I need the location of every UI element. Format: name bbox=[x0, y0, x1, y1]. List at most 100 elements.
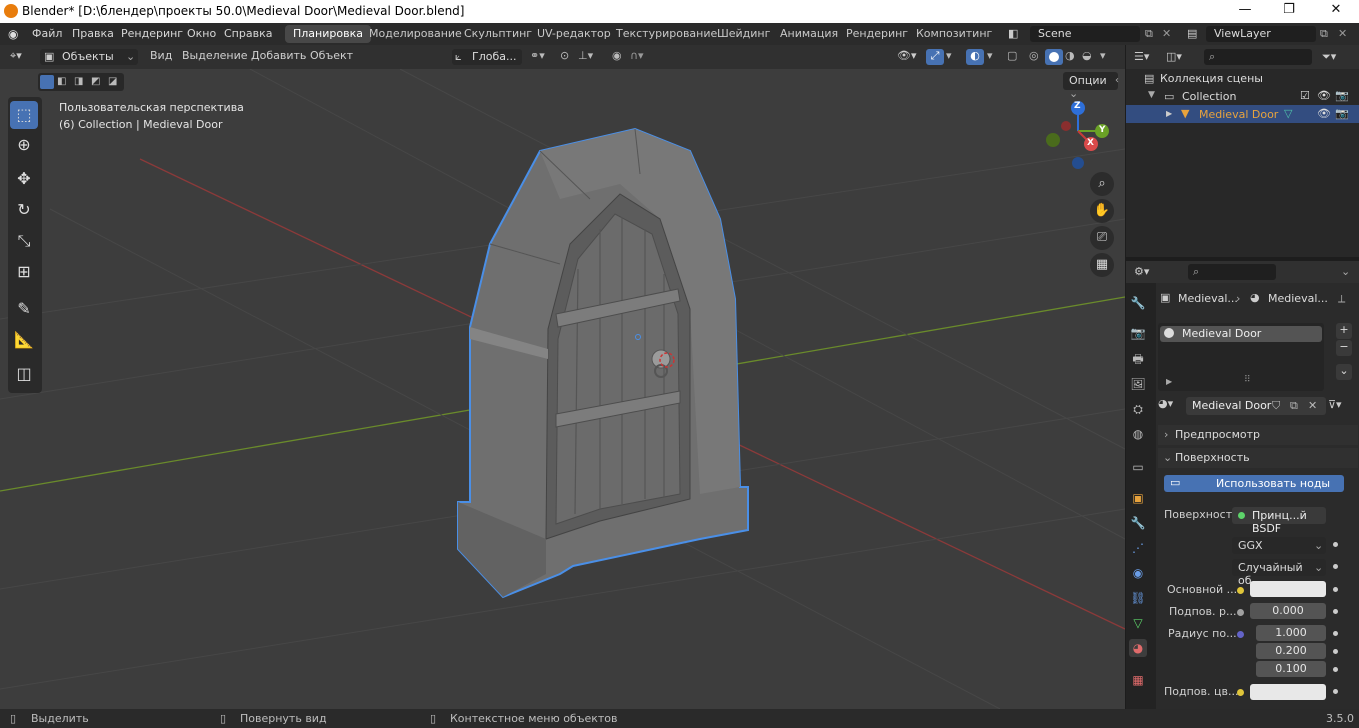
surface-shader-field[interactable]: Принц...й BSDF bbox=[1232, 507, 1326, 535]
eye-icon[interactable]: 👁 bbox=[1317, 89, 1331, 102]
scene-tab-icon[interactable]: ⛭ bbox=[1129, 400, 1147, 418]
scale-tool-icon[interactable]: ⤡ bbox=[10, 227, 38, 255]
material-slot-row[interactable]: Medieval Door bbox=[1160, 326, 1322, 342]
pin-icon[interactable]: ⟂ bbox=[1338, 292, 1345, 306]
menu-select[interactable]: Выделение bbox=[182, 49, 248, 65]
outliner-row-collection[interactable]: ▼ ▭ Collection ☑ 👁 📷 bbox=[1126, 87, 1359, 105]
keyframe-dot-icon[interactable] bbox=[1333, 609, 1338, 614]
constraints-tab-icon[interactable]: ⛓ bbox=[1129, 589, 1147, 607]
view-layer-tab-icon[interactable]: 🖼 bbox=[1129, 375, 1147, 393]
radius-x-field[interactable]: 1.000 bbox=[1256, 625, 1326, 641]
outliner-row-medieval-door[interactable]: ▶ ▼ Medieval Door ▽ 👁 📷 bbox=[1126, 105, 1359, 123]
snap-target-icon[interactable]: ⊥▾ bbox=[578, 49, 593, 65]
cursor-tool-icon[interactable]: ⊕ bbox=[10, 131, 38, 159]
orientation-dropdown[interactable]: ⟀ Глоба... bbox=[452, 49, 522, 65]
fake-user-icon[interactable]: ⛉ bbox=[1272, 399, 1280, 413]
properties-search-input[interactable]: ⌕ bbox=[1188, 264, 1276, 280]
output-tab-icon[interactable]: 🖶 bbox=[1129, 350, 1147, 368]
view-layer-field[interactable]: ViewLayer bbox=[1206, 26, 1316, 42]
wireframe-shading-icon[interactable]: ◎ bbox=[1029, 49, 1039, 65]
subsurface-color-swatch[interactable] bbox=[1250, 684, 1326, 700]
subsurface-method-dropdown[interactable]: Случайный об... ⌄ bbox=[1232, 559, 1326, 587]
material-slot-list[interactable]: Medieval Door ▶ ⠿ bbox=[1158, 323, 1324, 391]
radius-y-field[interactable]: 0.200 bbox=[1256, 643, 1326, 659]
blender-menu-icon[interactable]: ◉ bbox=[8, 27, 22, 41]
material-browse-icon[interactable]: ◕▾ bbox=[1158, 397, 1188, 415]
tab-modeling[interactable]: Моделирование bbox=[361, 25, 470, 43]
minimize-icon[interactable]: — bbox=[1235, 2, 1255, 20]
world-tab-icon[interactable]: ◍ bbox=[1129, 425, 1147, 443]
radius-z-field[interactable]: 0.100 bbox=[1256, 661, 1326, 677]
delete-scene-icon[interactable]: ✕ bbox=[1162, 27, 1171, 40]
tab-rendering[interactable]: Рендеринг bbox=[838, 25, 916, 43]
object-tab-icon[interactable]: ▣ bbox=[1129, 489, 1147, 507]
close-icon[interactable]: ✕ bbox=[1326, 2, 1346, 20]
keyframe-dot-icon[interactable] bbox=[1333, 587, 1338, 592]
proportional-editing-icon[interactable]: ◉ bbox=[612, 49, 622, 65]
rendered-shading-icon[interactable]: ◒ bbox=[1082, 49, 1092, 65]
menu-add[interactable]: Добавить bbox=[251, 49, 306, 65]
material-tab-icon[interactable]: ◕ bbox=[1129, 639, 1147, 657]
rotate-tool-icon[interactable]: ↻ bbox=[10, 196, 38, 224]
chevron-down-icon[interactable]: ⌄ bbox=[1341, 265, 1350, 278]
shading-dropdown-icon[interactable]: ▾ bbox=[1100, 49, 1106, 65]
expand-arrow-icon[interactable]: ▶ bbox=[1166, 377, 1172, 386]
menu-window[interactable]: Окно bbox=[187, 27, 216, 40]
solid-shading-icon[interactable] bbox=[1045, 49, 1063, 65]
duplicate-material-icon[interactable]: ⧉ bbox=[1290, 399, 1298, 413]
snap-icon[interactable]: ⊙ bbox=[560, 49, 569, 65]
falloff-icon[interactable]: ∩▾ bbox=[630, 49, 644, 65]
select-box-tool-icon[interactable]: ⬚ bbox=[10, 101, 38, 129]
material-name-field[interactable]: Medieval Door ⛉ ⧉ ✕ bbox=[1186, 397, 1326, 415]
delete-view-layer-icon[interactable]: ✕ bbox=[1338, 27, 1347, 40]
tab-uv-editing[interactable]: UV-редактор bbox=[529, 25, 619, 43]
base-color-swatch[interactable] bbox=[1250, 581, 1326, 597]
gizmo-toggle-icon[interactable]: ⤢ bbox=[926, 49, 944, 65]
display-mode-icon[interactable]: ◫▾ bbox=[1166, 50, 1182, 63]
keyframe-dot-icon[interactable] bbox=[1333, 631, 1338, 636]
expand-arrow-icon[interactable]: ▶ bbox=[1166, 109, 1172, 118]
annotate-tool-icon[interactable]: ✎ bbox=[10, 295, 38, 323]
mode-dropdown[interactable]: ▣ Объекты ⌄ bbox=[40, 49, 138, 65]
menu-file[interactable]: Файл bbox=[32, 27, 62, 40]
particles-tab-icon[interactable]: ⋰ bbox=[1129, 539, 1147, 557]
resize-handle-icon[interactable]: ⠿ bbox=[1244, 375, 1251, 385]
checkbox-icon[interactable]: ☑ bbox=[1300, 89, 1310, 102]
move-tool-icon[interactable]: ✥ bbox=[10, 165, 38, 193]
scene-field[interactable]: Scene bbox=[1030, 26, 1140, 42]
pan-hand-icon[interactable]: ✋ bbox=[1090, 199, 1114, 223]
physics-tab-icon[interactable]: ◉ bbox=[1129, 564, 1147, 582]
new-view-layer-icon[interactable]: ⧉ bbox=[1320, 27, 1328, 41]
menu-view[interactable]: Вид bbox=[150, 49, 172, 65]
outliner-search-input[interactable]: ⌕ bbox=[1204, 49, 1312, 65]
maximize-icon[interactable]: ❐ bbox=[1279, 2, 1299, 20]
tool-tab-icon[interactable]: 🔧 bbox=[1129, 294, 1147, 312]
tab-texture-paint[interactable]: Текстурирование bbox=[608, 25, 725, 43]
menu-render[interactable]: Рендеринг bbox=[121, 27, 183, 40]
camera-render-icon[interactable]: 📷 bbox=[1335, 107, 1349, 120]
pivot-icon[interactable]: ⚭▾ bbox=[530, 49, 545, 65]
xray-icon[interactable]: ▢ bbox=[1007, 49, 1017, 65]
render-tab-icon[interactable]: 📷 bbox=[1129, 324, 1147, 342]
collection-tab-icon[interactable]: ▭ bbox=[1129, 458, 1147, 476]
outliner-type-icon[interactable]: ☰▾ bbox=[1134, 50, 1149, 63]
add-slot-icon[interactable]: + bbox=[1336, 323, 1352, 339]
texture-tab-icon[interactable]: ▦ bbox=[1129, 671, 1147, 689]
keyframe-dot-icon[interactable] bbox=[1333, 649, 1338, 654]
add-cube-tool-icon[interactable]: ◫ bbox=[10, 360, 38, 388]
keyframe-dot-icon[interactable] bbox=[1333, 542, 1338, 547]
transform-tool-icon[interactable]: ⊞ bbox=[10, 258, 38, 286]
use-nodes-button[interactable]: ▭ Использовать ноды bbox=[1164, 475, 1344, 492]
tab-compositing[interactable]: Композитинг bbox=[908, 25, 1000, 43]
gizmo-dropdown-icon[interactable]: ▾ bbox=[946, 49, 952, 65]
visibility-icon[interactable]: 👁▾ bbox=[897, 49, 917, 65]
outliner-row-scene-collection[interactable]: ▤ Коллекция сцены bbox=[1126, 69, 1359, 87]
tab-animation[interactable]: Анимация bbox=[772, 25, 846, 43]
menu-edit[interactable]: Правка bbox=[72, 27, 114, 40]
new-scene-icon[interactable]: ⧉ bbox=[1145, 27, 1153, 41]
keyframe-dot-icon[interactable] bbox=[1333, 667, 1338, 672]
zoom-icon[interactable]: ⌕ bbox=[1090, 172, 1114, 196]
keyframe-dot-icon[interactable] bbox=[1333, 564, 1338, 569]
3d-viewport[interactable]: ◧ ◨ ◩ ◪ Опции ⌄ ‹ Пользовательская персп… bbox=[0, 69, 1125, 709]
filter-icon[interactable]: ⏷▾ bbox=[1322, 50, 1336, 64]
